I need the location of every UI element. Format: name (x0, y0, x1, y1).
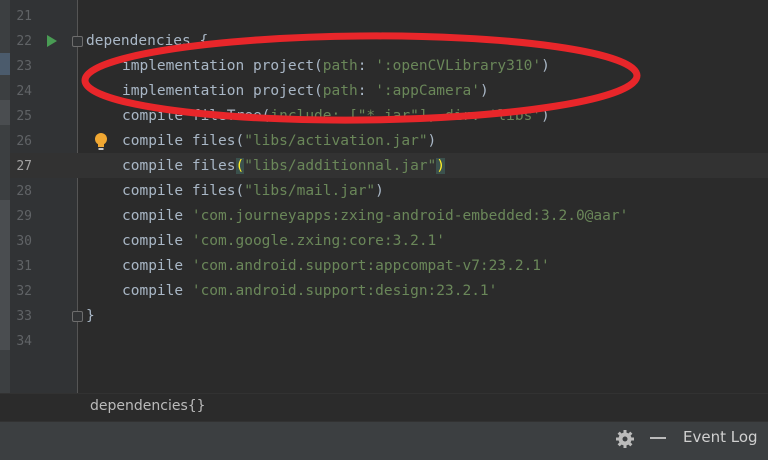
gear-icon[interactable] (615, 429, 635, 449)
fold-icon[interactable] (72, 36, 83, 47)
code-line-25: compile fileTree(include: ["*.jar"], dir… (122, 108, 550, 124)
code-line-26: compile files("libs/activation.jar") (122, 133, 437, 149)
line-number: 27 (16, 159, 32, 174)
left-strip-marker (0, 100, 10, 125)
minimize-icon[interactable] (650, 437, 666, 439)
line-number: 28 (16, 184, 32, 199)
lightbulb-icon[interactable] (94, 132, 108, 152)
left-tool-strip (0, 0, 10, 420)
line-number: 34 (16, 334, 32, 349)
line-number: 21 (16, 9, 32, 24)
line-number: 29 (16, 209, 32, 224)
code-line-30: compile 'com.google.zxing:core:3.2.1' (122, 233, 446, 249)
line-number: 23 (16, 59, 32, 74)
code-line-28: compile files("libs/mail.jar") (122, 183, 384, 199)
code-line-27: compile files("libs/additionnal.jar") (122, 158, 446, 174)
line-number: 22 (16, 34, 32, 49)
breadcrumb[interactable]: dependencies{} (90, 398, 206, 414)
code-line-31: compile 'com.android.support:appcompat-v… (122, 258, 550, 274)
run-icon[interactable] (47, 35, 57, 47)
line-number: 33 (16, 309, 32, 324)
line-number: 24 (16, 84, 32, 99)
status-bar (0, 421, 768, 460)
code-line-22: dependencies { (86, 33, 209, 49)
left-strip-marker (0, 53, 10, 75)
line-number: 26 (16, 134, 32, 149)
code-line-33: } (86, 308, 95, 324)
code-line-24: implementation project(path: ':appCamera… (122, 83, 489, 99)
line-number: 32 (16, 284, 32, 299)
fold-icon[interactable] (72, 311, 83, 322)
line-number: 25 (16, 109, 32, 124)
line-number: 30 (16, 234, 32, 249)
code-line-32: compile 'com.android.support:design:23.2… (122, 283, 498, 299)
code-line-23: implementation project(path: ':openCVLib… (122, 58, 550, 74)
left-strip-marker (0, 200, 10, 350)
event-log-button[interactable]: Event Log (683, 428, 758, 446)
line-number: 31 (16, 259, 32, 274)
code-line-29: compile 'com.journeyapps:zxing-android-e… (122, 208, 629, 224)
